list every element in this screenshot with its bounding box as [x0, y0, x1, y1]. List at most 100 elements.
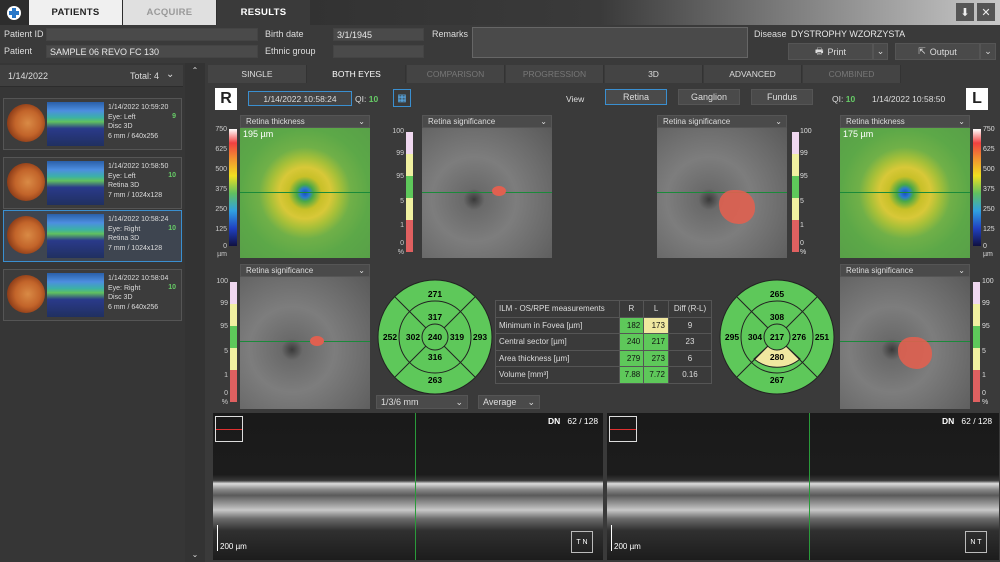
sig-band-pink	[792, 132, 799, 154]
chevron-up-icon[interactable]: ⌃	[185, 66, 205, 75]
view-retina-button[interactable]: Retina	[605, 89, 667, 105]
scale-tick: 250	[215, 206, 227, 213]
tab-acquire[interactable]: ACQUIRE	[123, 0, 216, 25]
bscan-left[interactable]: DN 62 / 128 200 µm N T	[607, 413, 999, 560]
exam-card[interactable]: 1/14/2022 10:59:20 Eye: Left Disc 3D 6 mm /…	[3, 98, 182, 150]
exam-total[interactable]: Total: 4	[130, 71, 159, 81]
table-cell: Area thickness [µm]	[495, 349, 620, 367]
remarks-field[interactable]	[472, 27, 748, 58]
grid-value: 240	[428, 332, 442, 342]
significance-scale: 100 99 95 5 1 0 %	[215, 278, 239, 410]
print-dropdown[interactable]: ⌄	[873, 43, 888, 60]
view-ganglion-button[interactable]: Ganglion	[678, 89, 740, 105]
download-icon[interactable]: ⬇	[956, 3, 974, 21]
panel-title-thickness-left[interactable]: Retina thickness ⌄	[840, 115, 970, 128]
tab-single[interactable]: SINGLE	[208, 65, 307, 83]
panel-title-thickness-right[interactable]: Retina thickness ⌄	[240, 115, 370, 128]
average-select[interactable]: Average ⌄	[478, 395, 540, 409]
chevron-down-icon: ⌄	[876, 46, 885, 56]
table-cell: 6	[667, 349, 713, 367]
scale-tick: 99	[982, 300, 990, 307]
scale-tick: 125	[215, 226, 227, 233]
sig-band-pink	[230, 282, 237, 304]
qi-label: QI:	[355, 94, 367, 104]
left-qi: QI: 10	[832, 94, 855, 104]
disease-field[interactable]: DYSTROPHY WZORZYSTA	[788, 28, 996, 41]
right-exam-date[interactable]: 1/14/2022 10:58:24	[248, 91, 352, 106]
scale-tick: 5	[400, 198, 404, 205]
close-icon[interactable]: ✕	[977, 3, 995, 21]
scale-tick: 99	[220, 300, 228, 307]
left-exam-date: 1/14/2022 10:58:50	[872, 94, 946, 104]
tab-progression[interactable]: PROGRESSION	[506, 65, 604, 83]
tab-both-eyes[interactable]: BOTH EYES	[308, 65, 406, 83]
significance-map-left[interactable]	[657, 128, 787, 258]
sig-band-yellow	[406, 154, 413, 176]
scan-line	[240, 341, 370, 342]
calendar-icon[interactable]: ▦	[393, 89, 411, 107]
tab-3d[interactable]: 3D	[605, 65, 703, 83]
patient-id-field[interactable]	[46, 28, 258, 41]
scale-bar	[217, 525, 218, 551]
scale-tick: 0	[224, 390, 228, 397]
exam-card[interactable]: 1/14/2022 10:58:24 Eye: Right Retina 3D 7 m…	[3, 210, 182, 262]
panel-title-text: Retina thickness	[846, 117, 905, 126]
sig-band-yellow	[406, 198, 413, 220]
chevron-down-icon[interactable]: ⌄	[166, 69, 174, 80]
thickness-map-left[interactable]: 175 µm	[840, 128, 970, 258]
panel-title-significance-right[interactable]: Retina significance ⌄	[422, 115, 552, 128]
sidebar-scrollbar[interactable]: ⌃ ⌄	[185, 63, 205, 562]
print-label: Print	[827, 46, 846, 57]
patient-field[interactable]: SAMPLE 06 REVO FC 130	[46, 45, 258, 58]
scale-tick: 500	[983, 166, 995, 173]
table-header: ILM - OS/RPE measurements	[495, 300, 620, 318]
exam-info: 1/14/2022 10:58:24 Eye: Right Retina 3D 7 m…	[108, 215, 168, 253]
scan-line	[415, 413, 416, 560]
tab-advanced[interactable]: ADVANCED	[704, 65, 802, 83]
table-cell: 240	[618, 333, 645, 351]
exam-protocol: Disc 3D	[108, 294, 133, 301]
tab-comparison[interactable]: COMPARISON	[407, 65, 505, 83]
table-cell: 23	[667, 333, 713, 351]
select-value: Average	[483, 397, 517, 407]
chevron-down-icon[interactable]: ⌄	[185, 550, 205, 559]
scale-tick: 5	[800, 198, 804, 205]
sidebar-header: 1/14/2022 Total: 4 ⌄	[0, 65, 183, 87]
exam-card[interactable]: 1/14/2022 10:58:50 Eye: Left Retina 3D 7 mm…	[3, 157, 182, 209]
scale-tick: %	[982, 399, 989, 406]
tab-results[interactable]: RESULTS	[217, 0, 310, 25]
output-icon: ⇱	[918, 46, 926, 56]
scan-line	[422, 192, 552, 193]
tab-combined[interactable]: COMBINED	[803, 65, 901, 83]
grid-size-select[interactable]: 1/3/6 mm ⌄	[376, 395, 468, 409]
significance-map-left-bottom[interactable]	[840, 277, 970, 409]
significance-scale: 100 99 95 5 1 0 %	[792, 128, 812, 258]
significance-map-right[interactable]	[422, 128, 552, 258]
grid-value: 265	[770, 289, 784, 299]
bscan-frame-number: 62 / 128	[961, 416, 993, 426]
panel-title-significance-left[interactable]: Retina significance ⌄	[657, 115, 787, 128]
sig-band-yellow	[973, 304, 980, 326]
table-row: Volume [mm³] 7.88 7.72 0.16	[495, 366, 713, 384]
view-fundus-button[interactable]: Fundus	[751, 89, 813, 105]
thickness-map-right[interactable]: 195 µm	[240, 128, 370, 258]
significance-map-right-bottom[interactable]	[240, 277, 370, 409]
birth-date-field[interactable]: 3/1/1945	[333, 28, 424, 41]
exam-datetime: 1/14/2022 10:58:24	[108, 216, 169, 223]
output-dropdown[interactable]: ⌄	[980, 43, 996, 60]
sig-band-green	[792, 176, 799, 198]
chevron-down-icon: ⌄	[984, 46, 992, 56]
tab-patients[interactable]: PATIENTS	[29, 0, 122, 25]
panel-title-significance-right-bottom[interactable]: Retina significance ⌄	[240, 264, 370, 277]
ethnic-group-field[interactable]	[333, 45, 424, 58]
bscan-right[interactable]: DN 62 / 128 200 µm T N	[213, 413, 603, 560]
bscan-frame-number: 62 / 128	[567, 416, 599, 426]
scale-tick: %	[221, 399, 228, 406]
print-button[interactable]: 🖶 Print	[788, 43, 873, 60]
exam-resolution: 6 mm / 640x256	[108, 303, 159, 311]
panel-title-significance-left-bottom[interactable]: Retina significance ⌄	[840, 264, 970, 277]
bscan-label: DN	[942, 416, 955, 426]
exam-card[interactable]: 1/14/2022 10:58:04 Eye: Right Disc 3D 6 mm …	[3, 269, 182, 321]
output-button[interactable]: ⇱ Output	[895, 43, 980, 60]
table-cell: 273	[643, 349, 669, 367]
